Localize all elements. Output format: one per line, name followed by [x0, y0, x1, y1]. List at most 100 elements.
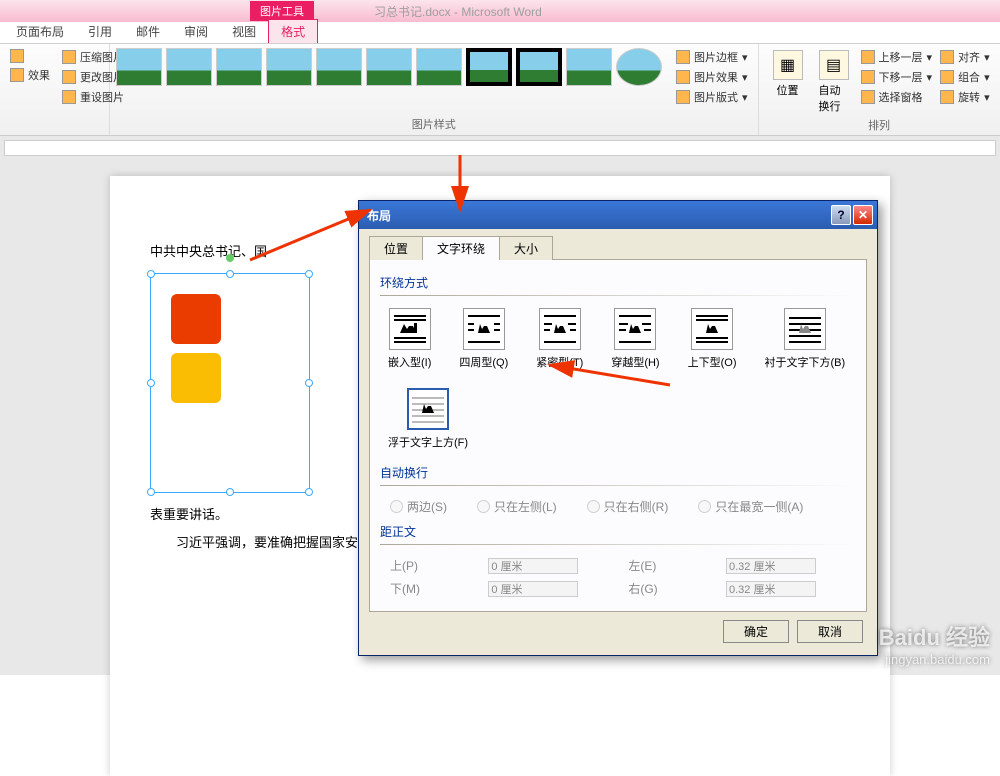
radio-both[interactable]: 两边(S)	[390, 498, 447, 515]
ribbon-group-adjust: 效果 压缩图片 更改图片 重设图片	[0, 44, 110, 135]
border-icon	[676, 50, 690, 64]
tab-mailings[interactable]: 邮件	[124, 20, 172, 43]
position-button[interactable]: ▦位置	[765, 48, 811, 100]
document-title: 习总书记.docx - Microsoft Word	[374, 3, 542, 20]
correction-button[interactable]	[6, 48, 54, 64]
style-thumb[interactable]	[266, 48, 312, 86]
group-button[interactable]: 组合 ▾	[936, 68, 994, 86]
dist-bottom-input[interactable]	[488, 581, 578, 597]
style-thumb[interactable]	[516, 48, 562, 86]
distance-grid: 上(P) 左(E) 下(M) 右(G)	[380, 553, 856, 601]
cancel-button[interactable]: 取消	[797, 620, 863, 643]
distance-section-label: 距正文	[380, 523, 856, 540]
wrap-through-option[interactable]	[614, 308, 656, 350]
dist-left-label: 左(E)	[628, 557, 706, 574]
dialog-close-button[interactable]: ✕	[853, 205, 873, 225]
selected-image[interactable]	[150, 273, 310, 493]
reset-icon	[62, 90, 76, 104]
backward-icon	[861, 70, 875, 84]
resize-handle[interactable]	[147, 488, 155, 496]
resize-handle[interactable]	[305, 379, 313, 387]
picture-border-button[interactable]: 图片边框 ▾	[672, 48, 752, 66]
wrap-icon: ▤	[819, 50, 849, 80]
pane-icon	[861, 90, 875, 104]
change-icon	[62, 70, 76, 84]
watermark: Baidu 经验 jingyan.baidu.com	[879, 620, 990, 667]
layout-dialog: 布局 ? ✕ 位置 文字环绕 大小 环绕方式 嵌入型(I) 四周型(Q) 紧密型…	[358, 200, 878, 656]
ruler[interactable]	[4, 140, 996, 156]
rotate-button[interactable]: 旋转 ▾	[936, 88, 994, 106]
wrap-options: 嵌入型(I) 四周型(Q) 紧密型(T) 穿越型(H) 上下型(O) 衬于文字下…	[380, 304, 856, 460]
position-icon: ▦	[773, 50, 803, 80]
selection-pane-button[interactable]: 选择窗格	[857, 88, 937, 106]
dialog-help-button[interactable]: ?	[831, 205, 851, 225]
dialog-titlebar[interactable]: 布局 ? ✕	[359, 201, 877, 229]
wrap-inline-option[interactable]	[389, 308, 431, 350]
dialog-title: 布局	[363, 207, 391, 224]
resize-handle[interactable]	[226, 488, 234, 496]
wrap-section-label: 环绕方式	[380, 274, 856, 291]
group-icon	[940, 70, 954, 84]
style-thumb[interactable]	[166, 48, 212, 86]
radio-largest[interactable]: 只在最宽一侧(A)	[698, 498, 803, 515]
dist-top-label: 上(P)	[390, 557, 468, 574]
autowrap-radios: 两边(S) 只在左侧(L) 只在右侧(R) 只在最宽一侧(A)	[380, 494, 856, 519]
fx-icon	[676, 70, 690, 84]
image-content	[151, 274, 309, 428]
dialog-tab-position[interactable]: 位置	[369, 236, 423, 260]
effects-button[interactable]: 效果	[6, 66, 54, 84]
group-label-arrange: 排列	[765, 116, 994, 134]
tab-view[interactable]: 视图	[220, 20, 268, 43]
wrap-behind-option[interactable]	[784, 308, 826, 350]
wrap-button[interactable]: ▤自动换行	[811, 48, 857, 116]
style-thumb[interactable]	[366, 48, 412, 86]
contextual-tab-label: 图片工具	[250, 1, 314, 21]
style-thumb[interactable]	[316, 48, 362, 86]
resize-handle[interactable]	[305, 270, 313, 278]
style-thumb[interactable]	[466, 48, 512, 86]
style-thumb[interactable]	[416, 48, 462, 86]
dist-right-input[interactable]	[726, 581, 816, 597]
style-thumb[interactable]	[116, 48, 162, 86]
tab-format[interactable]: 格式	[268, 19, 318, 43]
tab-references[interactable]: 引用	[76, 20, 124, 43]
correction-icon	[10, 49, 24, 63]
dialog-tab-panel: 环绕方式 嵌入型(I) 四周型(Q) 紧密型(T) 穿越型(H) 上下型(O) …	[369, 260, 867, 612]
wrap-tight-option[interactable]	[539, 308, 581, 350]
forward-icon	[861, 50, 875, 64]
rotate-icon	[940, 90, 954, 104]
dist-bottom-label: 下(M)	[390, 580, 468, 597]
picture-effects-button[interactable]: 图片效果 ▾	[672, 68, 752, 86]
wrap-front-option[interactable]	[407, 388, 449, 430]
wrap-topbottom-option[interactable]	[691, 308, 733, 350]
radio-right[interactable]: 只在右侧(R)	[587, 498, 669, 515]
style-thumb[interactable]	[216, 48, 262, 86]
dialog-tab-wrap[interactable]: 文字环绕	[422, 236, 500, 260]
resize-handle[interactable]	[305, 488, 313, 496]
ok-button[interactable]: 确定	[723, 620, 789, 643]
dist-left-input[interactable]	[726, 558, 816, 574]
picture-layout-button[interactable]: 图片版式 ▾	[672, 88, 752, 106]
compress-icon	[62, 50, 76, 64]
ribbon-group-styles: 图片边框 ▾ 图片效果 ▾ 图片版式 ▾ 图片样式	[110, 44, 759, 135]
radio-left[interactable]: 只在左侧(L)	[477, 498, 557, 515]
dialog-tabs: 位置 文字环绕 大小	[369, 235, 867, 260]
effects-icon	[10, 68, 24, 82]
align-icon	[940, 50, 954, 64]
tab-page-layout[interactable]: 页面布局	[4, 20, 76, 43]
tab-review[interactable]: 审阅	[172, 20, 220, 43]
style-gallery[interactable]	[116, 48, 662, 86]
dist-top-input[interactable]	[488, 558, 578, 574]
style-thumb[interactable]	[616, 48, 662, 86]
dialog-tab-size[interactable]: 大小	[499, 236, 553, 260]
ribbon-group-arrange: ▦位置 ▤自动换行 上移一层 ▾ 下移一层 ▾ 选择窗格 对齐 ▾ 组合 ▾ 旋…	[759, 44, 1000, 135]
align-button[interactable]: 对齐 ▾	[936, 48, 994, 66]
ribbon-tabs: 页面布局 引用 邮件 审阅 视图 格式	[0, 22, 1000, 44]
send-backward-button[interactable]: 下移一层 ▾	[857, 68, 937, 86]
wrap-square-option[interactable]	[463, 308, 505, 350]
autowrap-section-label: 自动换行	[380, 464, 856, 481]
bring-forward-button[interactable]: 上移一层 ▾	[857, 48, 937, 66]
style-thumb[interactable]	[566, 48, 612, 86]
window-titlebar: 图片工具 习总书记.docx - Microsoft Word	[0, 0, 1000, 22]
group-label-styles: 图片样式	[116, 115, 752, 133]
